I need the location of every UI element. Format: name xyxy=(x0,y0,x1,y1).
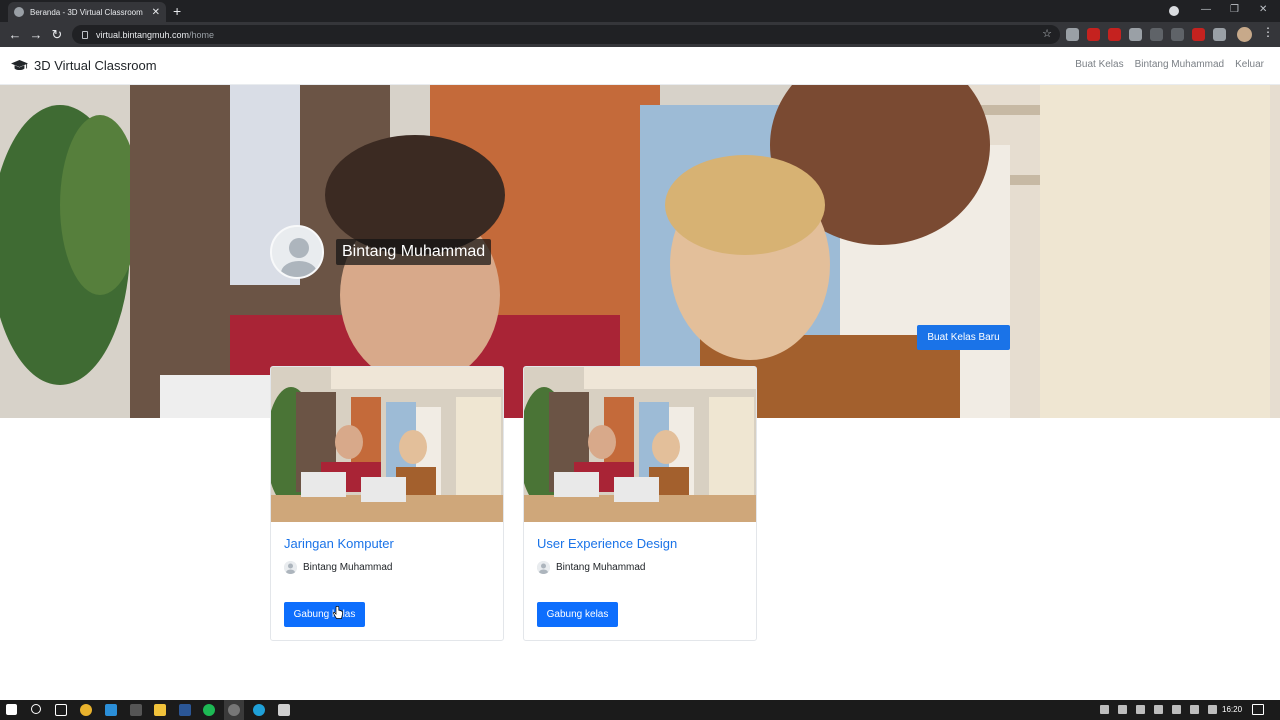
extension-icon[interactable] xyxy=(1129,28,1142,41)
browser-avatar[interactable] xyxy=(1237,27,1252,42)
search-icon[interactable] xyxy=(31,704,41,714)
teacher-name: Bintang Muhammad xyxy=(303,562,393,573)
word-icon[interactable] xyxy=(179,704,191,716)
join-class-button[interactable]: Gabung kelas xyxy=(284,602,365,627)
user-placeholder-icon xyxy=(537,561,550,574)
extension-icon[interactable] xyxy=(1108,28,1121,41)
nav-link-create-class[interactable]: Buat Kelas xyxy=(1075,59,1123,70)
keyboard-icon[interactable] xyxy=(1208,705,1217,714)
forward-icon[interactable]: → xyxy=(25,27,47,42)
address-bar[interactable]: virtual.bintangmuh.com /home ☆ xyxy=(72,25,1060,44)
extensions-bar xyxy=(1066,28,1226,41)
hand-cursor-icon xyxy=(333,606,343,619)
class-cover-image xyxy=(524,367,756,522)
microphone-icon[interactable] xyxy=(1118,705,1127,714)
extension-icon[interactable] xyxy=(1066,28,1079,41)
system-tray xyxy=(1100,705,1217,714)
class-card: Jaringan Komputer Bintang Muhammad Gabun… xyxy=(270,366,504,641)
url-host: virtual.bintangmuh.com xyxy=(96,29,190,40)
graduation-cap-icon xyxy=(11,59,28,70)
battery-icon[interactable] xyxy=(1154,705,1163,714)
browser-toolbar: ← → ↻ virtual.bintangmuh.com /home ☆ ⋮ xyxy=(0,22,1280,47)
profile-name: Bintang Muhammad xyxy=(336,239,492,265)
avatar xyxy=(270,225,324,279)
restore-icon[interactable]: ❐ xyxy=(1230,4,1239,15)
app-icon[interactable] xyxy=(278,704,290,716)
windows-start-icon[interactable] xyxy=(6,704,17,715)
extension-icon[interactable] xyxy=(1150,28,1163,41)
clock[interactable]: 16:20 xyxy=(1222,705,1242,714)
site-navbar: 3D Virtual Classroom Buat Kelas Bintang … xyxy=(0,47,1280,85)
teacher-name: Bintang Muhammad xyxy=(556,562,646,573)
pen-icon[interactable] xyxy=(1190,705,1199,714)
notification-icon[interactable] xyxy=(1252,704,1264,715)
class-title[interactable]: User Experience Design xyxy=(537,536,677,551)
class-teacher: Bintang Muhammad xyxy=(284,561,393,574)
nav-link-logout[interactable]: Keluar xyxy=(1235,59,1264,70)
new-tab-icon[interactable]: + xyxy=(173,3,181,19)
user-placeholder-icon xyxy=(284,561,297,574)
network-icon[interactable] xyxy=(1136,705,1145,714)
lock-icon[interactable] xyxy=(82,30,88,39)
edge-icon[interactable] xyxy=(253,704,265,716)
spotify-icon[interactable] xyxy=(203,704,215,716)
class-title[interactable]: Jaringan Komputer xyxy=(284,536,394,551)
task-view-icon[interactable] xyxy=(55,704,67,716)
browser-profile-indicator-icon[interactable] xyxy=(1169,6,1179,16)
favicon-icon xyxy=(14,7,24,17)
extension-icon[interactable] xyxy=(1171,28,1184,41)
url-path: /home xyxy=(189,29,215,40)
class-cover-image xyxy=(271,367,503,522)
reload-icon[interactable]: ↻ xyxy=(46,27,68,43)
browser-tab-bar: Beranda - 3D Virtual Classroom ✕ + — ❐ ✕ xyxy=(0,0,1280,22)
os-taskbar: 16:20 xyxy=(0,700,1280,720)
file-explorer-icon[interactable] xyxy=(154,704,166,716)
volume-icon[interactable] xyxy=(1172,705,1181,714)
tab-title: Beranda - 3D Virtual Classroom xyxy=(30,7,143,17)
user-placeholder-icon xyxy=(272,227,322,277)
obs-icon[interactable] xyxy=(228,704,240,716)
browser-menu-icon[interactable]: ⋮ xyxy=(1262,25,1274,39)
close-window-icon[interactable]: ✕ xyxy=(1259,4,1267,15)
puzzle-icon[interactable] xyxy=(1213,28,1226,41)
close-tab-icon[interactable]: ✕ xyxy=(152,7,160,18)
brand-name: 3D Virtual Classroom xyxy=(34,58,157,73)
extension-icon[interactable] xyxy=(1087,28,1100,41)
browser-tab[interactable]: Beranda - 3D Virtual Classroom ✕ xyxy=(8,2,166,22)
brand-link[interactable]: 3D Virtual Classroom xyxy=(11,58,157,73)
nav-links: Buat Kelas Bintang Muhammad Keluar xyxy=(1075,59,1264,70)
bookmark-star-icon[interactable]: ☆ xyxy=(1042,27,1052,40)
vscode-icon[interactable] xyxy=(105,704,117,716)
join-class-button[interactable]: Gabung kelas xyxy=(537,602,618,627)
extension-icon[interactable] xyxy=(1192,28,1205,41)
teacher-avatar xyxy=(284,561,297,574)
user-profile: Bintang Muhammad xyxy=(270,225,492,279)
class-card: User Experience Design Bintang Muhammad … xyxy=(523,366,757,641)
tray-chevron-icon[interactable] xyxy=(1100,705,1109,714)
create-class-button[interactable]: Buat Kelas Baru xyxy=(917,325,1010,350)
terminal-icon[interactable] xyxy=(130,704,142,716)
minimize-icon[interactable]: — xyxy=(1201,4,1211,15)
class-teacher: Bintang Muhammad xyxy=(537,561,646,574)
teacher-avatar xyxy=(537,561,550,574)
back-icon[interactable]: ← xyxy=(4,27,26,42)
nav-link-profile[interactable]: Bintang Muhammad xyxy=(1135,59,1225,70)
chrome-icon[interactable] xyxy=(80,704,92,716)
